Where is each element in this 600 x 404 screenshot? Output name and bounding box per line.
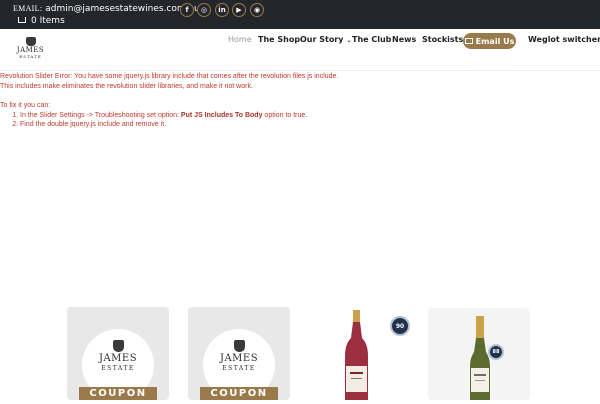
award-badge-88: 88 <box>488 344 504 360</box>
crest-icon <box>234 340 245 352</box>
coupon-card-2[interactable]: JAMES ESTATE COUPON <box>188 307 290 400</box>
cart-icon <box>18 17 26 23</box>
youtube-icon[interactable]: ▶ <box>232 3 246 17</box>
linkedin-icon[interactable]: in <box>215 3 229 17</box>
facebook-icon[interactable]: f <box>180 3 194 17</box>
coupon-card-sub: ESTATE <box>222 365 256 372</box>
email-us-button[interactable]: Email Us <box>463 33 516 49</box>
nav-stockists[interactable]: Stockists <box>422 35 463 44</box>
error-line-1: Revolution Slider Error: You have some j… <box>0 73 339 80</box>
nav-home[interactable]: Home <box>228 35 252 44</box>
award-badge-90: 90 <box>390 316 410 336</box>
email-us-label: Email Us <box>475 36 515 46</box>
site-logo[interactable]: JAMES ESTATE <box>16 37 45 65</box>
crest-icon <box>25 37 36 46</box>
nav-news[interactable]: News <box>392 35 416 44</box>
product-sparkling-rose[interactable]: 90 <box>330 308 410 400</box>
nav-the-shop[interactable]: The Shop <box>258 35 300 44</box>
logo-sub: ESTATE <box>19 54 42 59</box>
envelope-icon <box>464 38 473 44</box>
top-bar: EMAIL: admin@jamesestatewines.com.au f ◎… <box>0 0 600 29</box>
fix-step-1: In the Slider Settings -> Troubleshootin… <box>20 111 420 121</box>
coupon-card-name: JAMES <box>219 353 259 364</box>
coupon-label: COUPON <box>200 387 278 400</box>
fix-step-2: Find the double jquery.js include and re… <box>20 120 420 130</box>
error-line-2: This includes make eliminates the revolu… <box>0 82 253 90</box>
coupon-card-1[interactable]: JAMES ESTATE COUPON <box>67 307 169 400</box>
fix-steps: In the Slider Settings -> Troubleshootin… <box>20 111 420 130</box>
instagram-icon[interactable]: ◎ <box>197 3 211 17</box>
nav-the-club[interactable]: The Club <box>352 35 391 44</box>
nav-our-story[interactable]: Our Story ⌄ <box>300 35 352 44</box>
cart-count: 0 Items <box>31 16 65 26</box>
coupon-label: COUPON <box>79 387 157 400</box>
main-header: JAMES ESTATE Home The Shop Our Story ⌄ Th… <box>0 29 600 71</box>
weglot-switcher[interactable]: Weglot switcher <box>528 35 600 44</box>
fix-heading: To fix it you can: <box>0 102 51 109</box>
slider-error-message: Revolution Slider Error: You have some j… <box>0 72 420 130</box>
coupon-card-name: JAMES <box>98 353 138 364</box>
cart-link[interactable]: 0 Items <box>18 16 65 26</box>
email-label: EMAIL: <box>13 4 43 13</box>
email-contact[interactable]: EMAIL: admin@jamesestatewines.com.au <box>13 4 200 14</box>
fix-step-1-pre: In the Slider Settings -> Troubleshootin… <box>20 111 179 119</box>
product-white-wine[interactable]: 88 <box>428 308 530 400</box>
coupon-card-sub: ESTATE <box>101 365 135 372</box>
chevron-down-icon: ⌄ <box>346 37 352 44</box>
rss-icon[interactable]: ◉ <box>250 3 264 17</box>
white-wine-bottle-image <box>470 316 490 400</box>
email-address[interactable]: admin@jamesestatewines.com.au <box>45 4 200 14</box>
nav-our-story-label: Our Story <box>300 35 344 44</box>
crest-icon <box>113 340 124 352</box>
fix-step-1-option: Put JS Includes To Body <box>180 111 263 119</box>
logo-name: JAMES <box>16 46 45 54</box>
fix-step-1-post: option to true. <box>264 111 308 119</box>
